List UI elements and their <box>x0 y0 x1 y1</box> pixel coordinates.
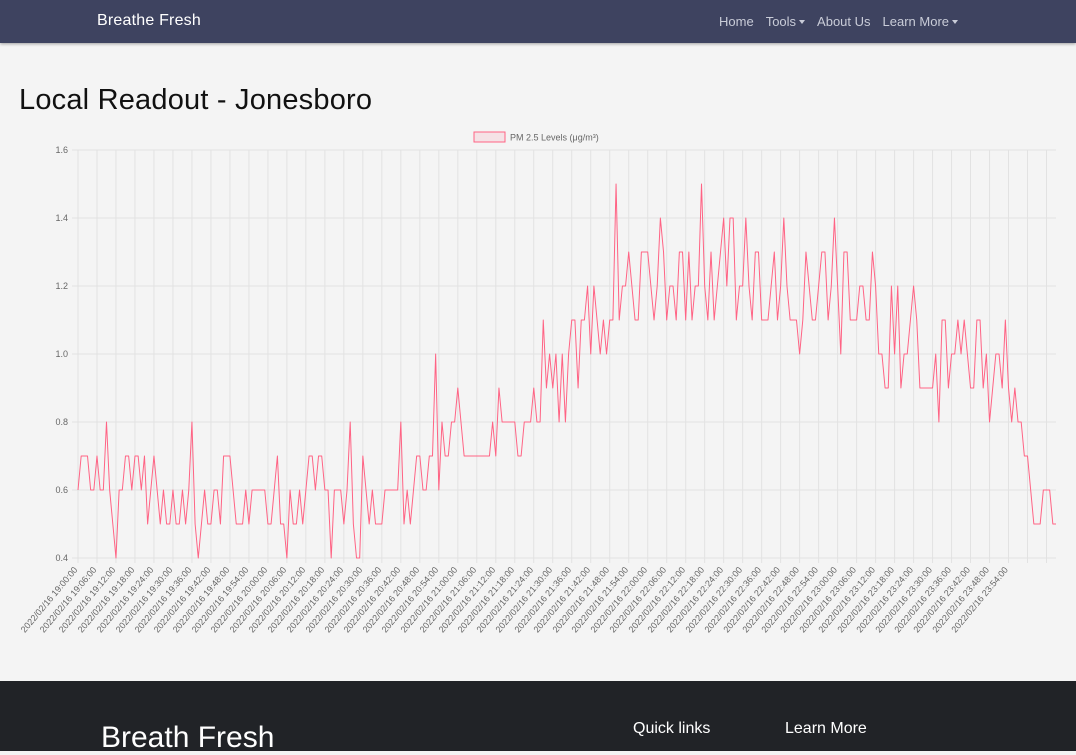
y-tick-label: 1.0 <box>55 349 68 359</box>
y-tick-label: 1.4 <box>55 213 68 223</box>
top-navbar: Breathe Fresh Home Tools About Us Learn … <box>0 0 1076 43</box>
nav-tools-label: Tools <box>765 14 797 29</box>
footer-learn-more-heading: Learn More <box>785 720 867 737</box>
footer: Breath Fresh Quick links Learn More <box>0 681 1076 754</box>
nav-home-link[interactable]: Home <box>719 14 754 29</box>
page-title: Local Readout - Jonesboro <box>19 84 373 116</box>
chart-grid <box>72 149 1056 563</box>
y-tick-label: 1.2 <box>55 281 68 291</box>
nav-about-label: About Us <box>817 14 871 29</box>
caret-down-icon <box>952 20 959 24</box>
caret-down-icon <box>799 20 806 24</box>
x-axis: 2022/02/16 19:00:002022/02/16 19:06:0020… <box>19 565 1010 635</box>
nav-about-link[interactable]: About Us <box>817 14 870 29</box>
nav-tools-dropdown[interactable]: Tools <box>765 14 806 29</box>
legend-label: PM 2.5 Levels (μg/m³) <box>510 133 599 143</box>
nav-learn-more-label: Learn More <box>882 14 950 29</box>
pm25-line-chart: PM 2.5 Levels (μg/m³) 0.4 0.6 0.8 1.0 1.2 1.4… <box>19 131 1056 635</box>
nav-learn-more-dropdown[interactable]: Learn More <box>882 14 959 29</box>
chart-legend[interactable]: PM 2.5 Levels (μg/m³) <box>473 131 599 143</box>
y-tick-label: 0.4 <box>55 553 68 563</box>
footer-quick-links-heading: Quick links <box>633 720 711 737</box>
chart-series <box>77 183 1056 559</box>
nav-links: Home Tools About Us Learn More <box>719 14 959 29</box>
y-tick-label: 0.8 <box>55 417 68 427</box>
nav-home-label: Home <box>719 14 754 29</box>
pm25-series-line <box>77 183 1056 559</box>
legend-swatch <box>473 131 506 143</box>
brand-link[interactable]: Breathe Fresh <box>97 12 201 30</box>
y-tick-label: 0.6 <box>55 485 68 495</box>
footer-brand: Breath Fresh <box>101 721 275 754</box>
y-tick-label: 1.6 <box>55 145 68 155</box>
y-axis: 0.4 0.6 0.8 1.0 1.2 1.4 1.6 <box>55 145 68 563</box>
